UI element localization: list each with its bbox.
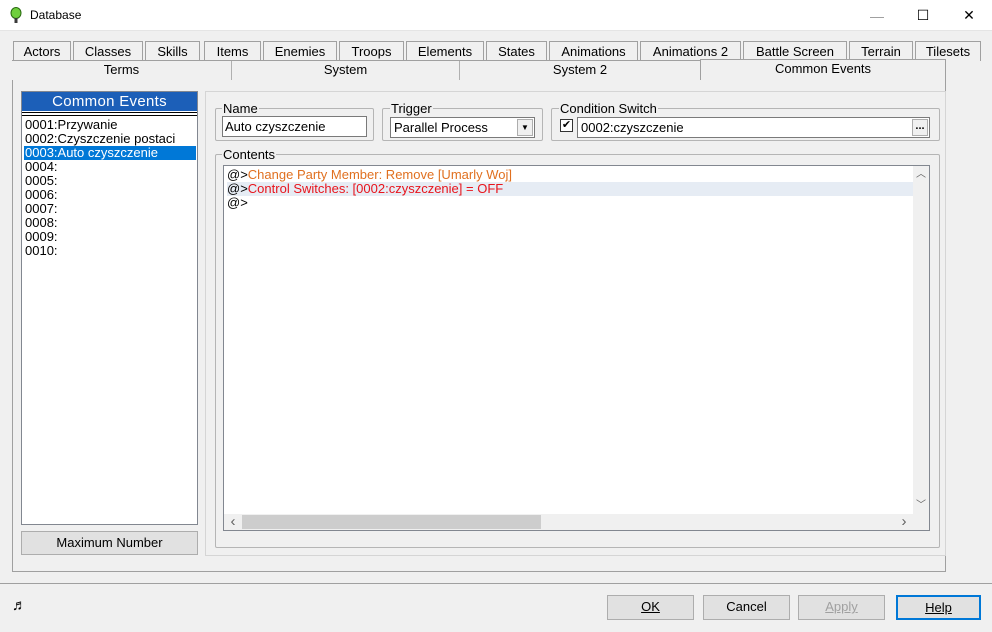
list-header-label: Common Events (52, 93, 167, 110)
app-icon (10, 7, 22, 23)
tab-tilesets[interactable]: Tilesets (915, 41, 981, 61)
apply-button[interactable]: Apply (798, 595, 885, 620)
music-note-icon[interactable]: ♬ (12, 597, 27, 614)
title-bar: Database — ☐ ✕ (0, 0, 992, 31)
maximize-icon: ☐ (916, 7, 930, 23)
list-item[interactable]: 0007: (24, 202, 196, 216)
list-item-selected[interactable]: 0003:Auto czyszczenie (24, 146, 196, 160)
horizontal-scroll-thumb[interactable] (242, 515, 541, 529)
tab-actors[interactable]: Actors (13, 41, 71, 61)
list-item[interactable]: 0008: (24, 216, 196, 230)
maximize-button[interactable]: ☐ (900, 0, 946, 31)
condition-switch-checkbox[interactable]: ✔ (560, 119, 573, 132)
event-commands-list[interactable] (223, 165, 930, 531)
window-title: Database (30, 8, 82, 22)
scroll-corner (913, 514, 929, 530)
tab-skills[interactable]: Skills (145, 41, 200, 61)
close-button[interactable]: ✕ (946, 0, 992, 31)
trigger-select[interactable]: Parallel Process ▼ (390, 117, 535, 138)
command-prefix: @> (227, 195, 248, 210)
condition-switch-label: Condition Switch (559, 101, 658, 116)
list-item[interactable]: 0001:Przywanie (24, 118, 196, 132)
list-header: Common Events (22, 92, 197, 111)
apply-label: Apply (825, 599, 858, 614)
name-label: Name (222, 101, 259, 116)
help-label: Help (925, 600, 952, 615)
command-line[interactable]: @> (227, 196, 913, 210)
dropdown-arrow-icon[interactable]: ▼ (517, 119, 533, 136)
command-prefix: @> (227, 167, 248, 182)
scroll-up-icon[interactable]: ︿ (913, 167, 929, 183)
command-line-highlighted[interactable]: @>Control Switches: [0002:czyszczenie] =… (227, 182, 913, 196)
tab-terms[interactable]: Terms (12, 61, 231, 80)
list-header-rule (22, 112, 197, 116)
condition-switch-field[interactable]: 0002:czyszczenie ... (577, 117, 930, 138)
scroll-left-icon[interactable]: ‹ (225, 514, 241, 530)
contents-label: Contents (222, 147, 277, 162)
tab-elements[interactable]: Elements (406, 41, 484, 61)
tab-states[interactable]: States (486, 41, 547, 61)
separator (0, 583, 992, 584)
tab-items[interactable]: Items (204, 41, 261, 61)
ok-button[interactable]: OK (607, 595, 694, 620)
minimize-button[interactable]: — (854, 0, 900, 31)
tab-system[interactable]: System (231, 61, 459, 80)
condition-switch-value: 0002:czyszczenie (581, 120, 684, 135)
command-text: Change Party Member: Remove [Umarly Woj] (247, 167, 512, 182)
tab-classes[interactable]: Classes (73, 41, 143, 61)
cancel-button[interactable]: Cancel (703, 595, 790, 620)
tab-enemies[interactable]: Enemies (263, 41, 337, 61)
tab-troops[interactable]: Troops (339, 41, 404, 61)
trigger-label: Trigger (390, 101, 433, 116)
tab-common-events[interactable]: Common Events (700, 59, 946, 81)
list-item[interactable]: 0005: (24, 174, 196, 188)
list-item[interactable]: 0002:Czyszczenie postaci (24, 132, 196, 146)
browse-button[interactable]: ... (912, 119, 928, 136)
list-item[interactable]: 0006: (24, 188, 196, 202)
tab-system-2[interactable]: System 2 (459, 61, 700, 80)
close-icon: ✕ (963, 7, 975, 23)
minimize-icon: — (870, 7, 884, 24)
list-item[interactable]: 0010: (24, 244, 196, 258)
command-prefix: @> (227, 181, 248, 196)
command-line[interactable]: @>Change Party Member: Remove [Umarly Wo… (227, 168, 913, 182)
tab-terrain[interactable]: Terrain (849, 41, 913, 61)
trigger-value: Parallel Process (394, 120, 488, 135)
tab-animations-2[interactable]: Animations 2 (640, 41, 741, 61)
scroll-right-icon[interactable]: › (896, 514, 912, 530)
ok-label: OK (641, 599, 660, 614)
list-item[interactable]: 0009: (24, 230, 196, 244)
tab-animations[interactable]: Animations (549, 41, 638, 61)
cancel-label: Cancel (726, 599, 767, 614)
vertical-scrollbar[interactable] (913, 166, 929, 515)
scroll-down-icon[interactable]: ﹀ (913, 498, 929, 514)
help-button[interactable]: Help (896, 595, 981, 620)
maximum-number-button[interactable]: Maximum Number (21, 531, 198, 555)
tab-battle-screen[interactable]: Battle Screen (743, 41, 847, 61)
command-text: Control Switches: [0002:czyszczenie] = O… (247, 181, 504, 196)
list-item[interactable]: 0004: (24, 160, 196, 174)
name-input[interactable]: Auto czyszczenie (222, 116, 367, 137)
